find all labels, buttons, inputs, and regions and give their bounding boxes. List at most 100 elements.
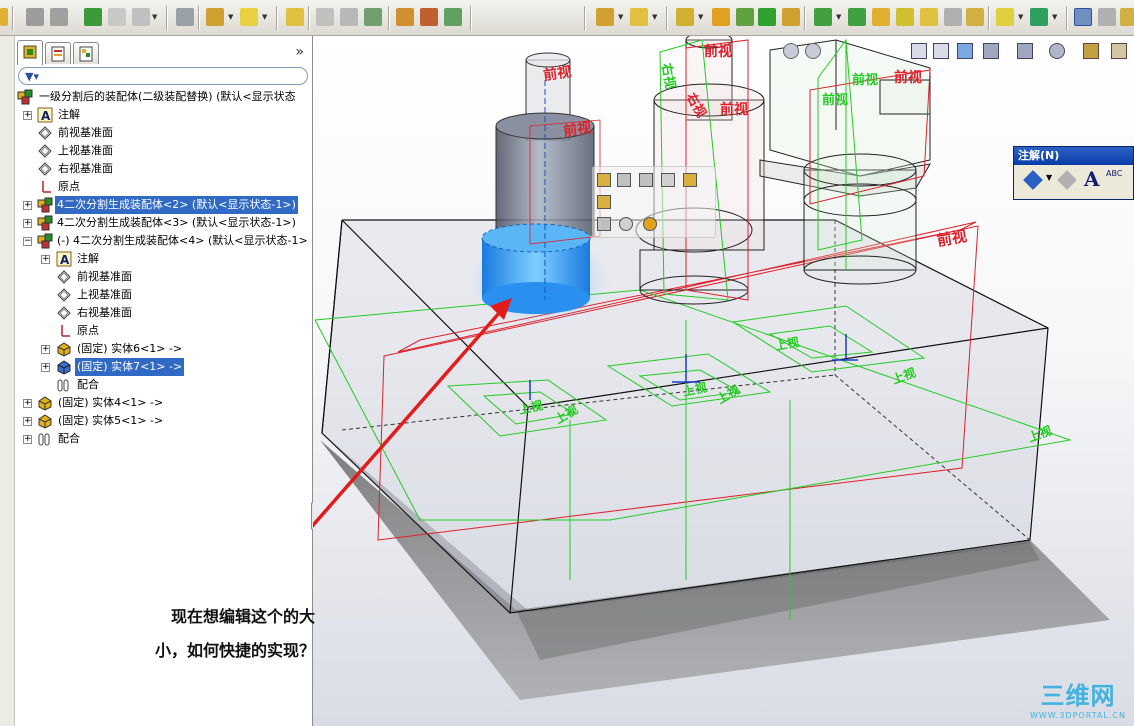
tree-filter-input[interactable]: ▼▾	[18, 67, 308, 85]
shell-icon[interactable]	[944, 8, 962, 26]
revolve-icon[interactable]	[712, 8, 730, 26]
sweep-icon[interactable]	[736, 8, 754, 26]
balloon-icon[interactable]	[1057, 170, 1077, 190]
tree-label: 配合	[77, 378, 99, 391]
edit-assembly-icon[interactable]	[597, 195, 611, 209]
rect-icon[interactable]	[630, 8, 648, 26]
reference-icon[interactable]	[996, 8, 1014, 26]
zoom-selection-icon[interactable]	[619, 217, 633, 231]
filter-icon: ▼▾	[25, 70, 39, 83]
component-icon[interactable]	[206, 8, 224, 26]
pattern-icon[interactable]	[814, 8, 832, 26]
watermark: 三维网 WWW.3DPORTAL.CN	[1030, 676, 1126, 720]
subassembly-icon	[37, 215, 53, 231]
expand-icon[interactable]: +	[23, 417, 32, 426]
gear-icon[interactable]	[176, 8, 194, 26]
expand-icon[interactable]: +	[41, 345, 50, 354]
hole-icon[interactable]	[872, 8, 890, 26]
view-settings-icon[interactable]	[1083, 43, 1099, 59]
section-view-icon[interactable]	[911, 43, 927, 59]
explode-icon[interactable]	[108, 8, 126, 26]
expand-icon[interactable]: +	[23, 399, 32, 408]
tree-label: 注解	[77, 252, 99, 265]
tree-label: 前视基准面	[77, 270, 132, 283]
assembly-icon	[17, 89, 33, 105]
graphics-area[interactable]: 前视 上视 上视 上视 上视 上视 上视 上视 前视 前视 前视 右视 前视 右…	[313, 36, 1134, 726]
expand-icon[interactable]: +	[41, 363, 50, 372]
tree-label: (固定) 实体7<1> ->	[75, 358, 185, 376]
tab-feature-tree[interactable]	[17, 40, 43, 65]
zoom-area-icon[interactable]	[805, 43, 821, 59]
part-icon	[57, 360, 71, 375]
tree-label: 原点	[77, 324, 99, 337]
cylinder-icon[interactable]	[896, 8, 914, 26]
tree-label: 原点	[58, 180, 80, 193]
zoom-fit-icon[interactable]	[783, 43, 799, 59]
context-toolbar	[592, 166, 716, 238]
appearance-icon[interactable]	[683, 173, 697, 187]
expand-icon[interactable]: +	[41, 255, 50, 264]
front-plane-label-cyl2b: 前视	[720, 101, 748, 118]
rib-icon[interactable]	[966, 8, 984, 26]
tool-icon-1[interactable]	[316, 8, 334, 26]
smart-dimension-icon[interactable]	[1023, 170, 1043, 190]
dome-icon[interactable]	[920, 8, 938, 26]
open-part-icon[interactable]	[617, 173, 631, 187]
note-icon[interactable]: A	[1084, 167, 1100, 191]
expand-icon[interactable]: +	[23, 201, 32, 210]
tab-property-manager[interactable]	[45, 42, 71, 64]
loft-icon[interactable]	[758, 8, 776, 26]
scene-icon[interactable]	[1049, 43, 1065, 59]
heads-up-view-toolbar	[773, 40, 1133, 62]
plane-icon	[57, 306, 71, 320]
edit-appearance-icon[interactable]	[1017, 43, 1033, 59]
extrude-icon[interactable]	[676, 8, 694, 26]
more-icon[interactable]	[1120, 8, 1134, 26]
question-annotation: 现在想编辑这个的大 小，如何快捷的实现？	[100, 600, 315, 668]
expand-icon[interactable]: +	[23, 435, 32, 444]
tree-label: 配合	[58, 432, 80, 445]
tree-label: (固定) 实体6<1> ->	[77, 342, 183, 355]
display-style-icon[interactable]	[957, 43, 973, 59]
realview-icon[interactable]	[1111, 43, 1127, 59]
fillet-icon[interactable]	[782, 8, 800, 26]
front-plane-label-cyl2: 前视	[704, 43, 732, 60]
interference-icon[interactable]	[132, 8, 150, 26]
copy-icon[interactable]	[1098, 8, 1116, 26]
spelling-icon[interactable]: ABC	[1106, 169, 1122, 178]
tool-icon-4[interactable]	[396, 8, 414, 26]
sketch-icon[interactable]	[596, 8, 614, 26]
view-orientation-icon[interactable]	[933, 43, 949, 59]
tool-icon-5[interactable]	[420, 8, 438, 26]
wrench-icon[interactable]	[26, 8, 44, 26]
tool-icon-6[interactable]	[444, 8, 462, 26]
tab-configuration-manager[interactable]	[73, 42, 99, 64]
tree-label: 右视基准面	[77, 306, 132, 319]
selected-cylinder[interactable]	[470, 52, 610, 325]
edit-part-icon[interactable]	[597, 173, 611, 187]
dropdown-icon[interactable]: ▼	[1046, 173, 1052, 182]
expand-icon[interactable]: +	[23, 219, 32, 228]
move-icon[interactable]	[50, 8, 68, 26]
collapse-panel-icon[interactable]: »	[295, 44, 304, 60]
part-icon	[38, 396, 52, 411]
house-icon[interactable]	[848, 8, 866, 26]
hide-show-icon[interactable]	[983, 43, 999, 59]
component-properties-icon[interactable]	[643, 217, 657, 231]
tree-label: (固定) 实体4<1> ->	[58, 396, 164, 409]
glasses-icon[interactable]	[286, 8, 304, 26]
toolbar-partial-icon[interactable]	[0, 8, 8, 26]
tree-label: 前视基准面	[58, 126, 113, 139]
tool-icon-3[interactable]	[364, 8, 382, 26]
select-other-icon[interactable]	[597, 217, 611, 231]
select-icon[interactable]	[1074, 8, 1092, 26]
hide-icon[interactable]	[639, 173, 653, 187]
transparency-icon[interactable]	[661, 173, 675, 187]
expand-icon[interactable]: +	[23, 111, 32, 120]
tool-icon-2[interactable]	[340, 8, 358, 26]
assembly-icon[interactable]	[84, 8, 102, 26]
curve-icon[interactable]	[1030, 8, 1048, 26]
sparkle-icon[interactable]	[240, 8, 258, 26]
tree-label: 右视基准面	[58, 162, 113, 175]
collapse-icon[interactable]: −	[23, 237, 32, 246]
